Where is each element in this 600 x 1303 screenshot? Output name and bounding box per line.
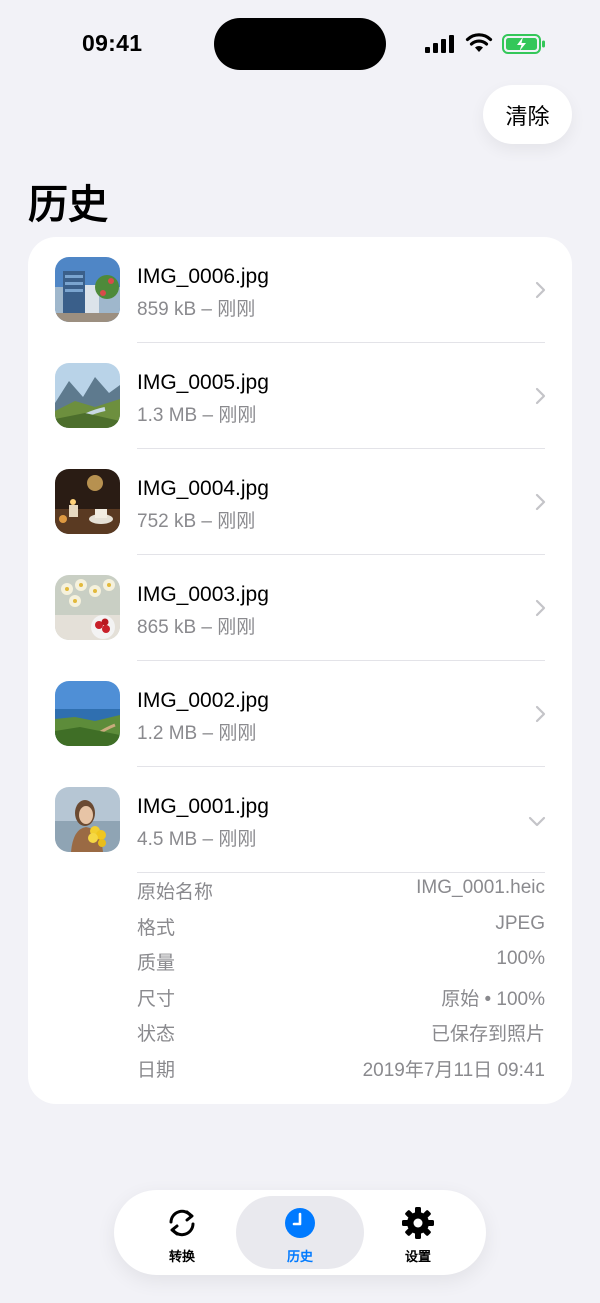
history-row[interactable]: IMG_0003.jpg 865 kB – 刚刚 <box>28 555 572 661</box>
detail-value: 2019年7月11日 09:41 <box>362 1059 545 1081</box>
detail-value: 100% <box>496 948 545 969</box>
file-details: 原始名称 IMG_0001.heic 格式 JPEG 质量 100% 尺寸 原始… <box>137 873 545 1086</box>
clear-button[interactable]: 清除 <box>483 85 572 144</box>
file-name: IMG_0005.jpg <box>137 371 269 394</box>
cellular-signal-icon <box>425 35 454 53</box>
photo-thumbnail <box>55 363 120 428</box>
detail-row-quality: 质量 100% <box>137 944 545 980</box>
file-name: IMG_0004.jpg <box>137 477 269 500</box>
history-list: IMG_0006.jpg 859 kB – 刚刚 IMG_0005.jpg 1.… <box>28 237 572 1104</box>
status-time: 09:41 <box>82 30 143 56</box>
detail-label: 状态 <box>137 1024 176 1045</box>
file-meta: 4.5 MB – 刚刚 <box>137 829 257 850</box>
file-meta: 752 kB – 刚刚 <box>137 511 256 532</box>
tab-history[interactable]: 历史 <box>236 1196 364 1269</box>
detail-label: 原始名称 <box>137 882 214 903</box>
detail-value: 已保存到照片 <box>430 1024 545 1045</box>
detail-value: IMG_0001.heic <box>416 877 545 898</box>
detail-label: 质量 <box>137 953 176 974</box>
detail-label: 尺寸 <box>137 988 176 1010</box>
detail-row-size: 尺寸 原始 • 100% <box>137 980 545 1016</box>
history-row[interactable]: IMG_0004.jpg 752 kB – 刚刚 <box>28 449 572 555</box>
photo-thumbnail <box>55 257 120 322</box>
file-name: IMG_0001.jpg <box>137 795 269 818</box>
battery-icon <box>502 34 545 54</box>
detail-label: 日期 <box>137 1059 176 1081</box>
file-meta: 859 kB – 刚刚 <box>137 299 256 320</box>
photo-thumbnail <box>55 575 120 640</box>
wifi-icon <box>465 33 493 52</box>
history-row[interactable]: IMG_0006.jpg 859 kB – 刚刚 <box>28 237 572 343</box>
chevron-right-icon <box>535 705 546 723</box>
detail-label: 格式 <box>137 917 176 939</box>
chevron-right-icon <box>535 387 546 405</box>
convert-icon <box>169 1209 195 1237</box>
file-meta: 865 kB – 刚刚 <box>137 617 256 638</box>
history-row[interactable]: IMG_0002.jpg 1.2 MB – 刚刚 <box>28 661 572 767</box>
detail-value: JPEG <box>495 912 545 934</box>
history-row[interactable]: IMG_0005.jpg 1.3 MB – 刚刚 <box>28 343 572 449</box>
chevron-right-icon <box>535 493 546 511</box>
tab-convert[interactable]: 转换 <box>118 1196 246 1269</box>
photo-thumbnail <box>55 469 120 534</box>
chevron-right-icon <box>535 281 546 299</box>
file-name: IMG_0006.jpg <box>137 265 269 288</box>
history-row-expanded[interactable]: IMG_0001.jpg 4.5 MB – 刚刚 <box>28 767 572 873</box>
tab-bar: 转换 历史 设置 <box>114 1190 486 1275</box>
detail-row-format: 格式 JPEG <box>137 909 545 945</box>
detail-row-original-name: 原始名称 IMG_0001.heic <box>137 873 545 909</box>
file-meta: 1.3 MB – 刚刚 <box>137 405 257 426</box>
clock-icon <box>285 1208 315 1238</box>
gear-icon <box>402 1207 434 1239</box>
tab-label: 转换 <box>168 1249 195 1264</box>
detail-row-status: 状态 已保存到照片 <box>137 1015 545 1051</box>
detail-value: 原始 • 100% <box>441 988 545 1010</box>
file-name: IMG_0002.jpg <box>137 689 269 712</box>
chevron-right-icon <box>535 599 546 617</box>
tab-label: 设置 <box>404 1249 431 1264</box>
tab-settings[interactable]: 设置 <box>354 1196 482 1269</box>
file-name: IMG_0003.jpg <box>137 583 269 606</box>
photo-thumbnail <box>55 787 120 852</box>
detail-row-date: 日期 2019年7月11日 09:41 <box>137 1051 545 1087</box>
tab-label: 历史 <box>286 1249 313 1264</box>
page-title: 历史 <box>28 183 108 227</box>
file-meta: 1.2 MB – 刚刚 <box>137 723 257 744</box>
chevron-down-icon <box>528 816 546 827</box>
photo-thumbnail <box>55 681 120 746</box>
dynamic-island <box>214 18 386 70</box>
